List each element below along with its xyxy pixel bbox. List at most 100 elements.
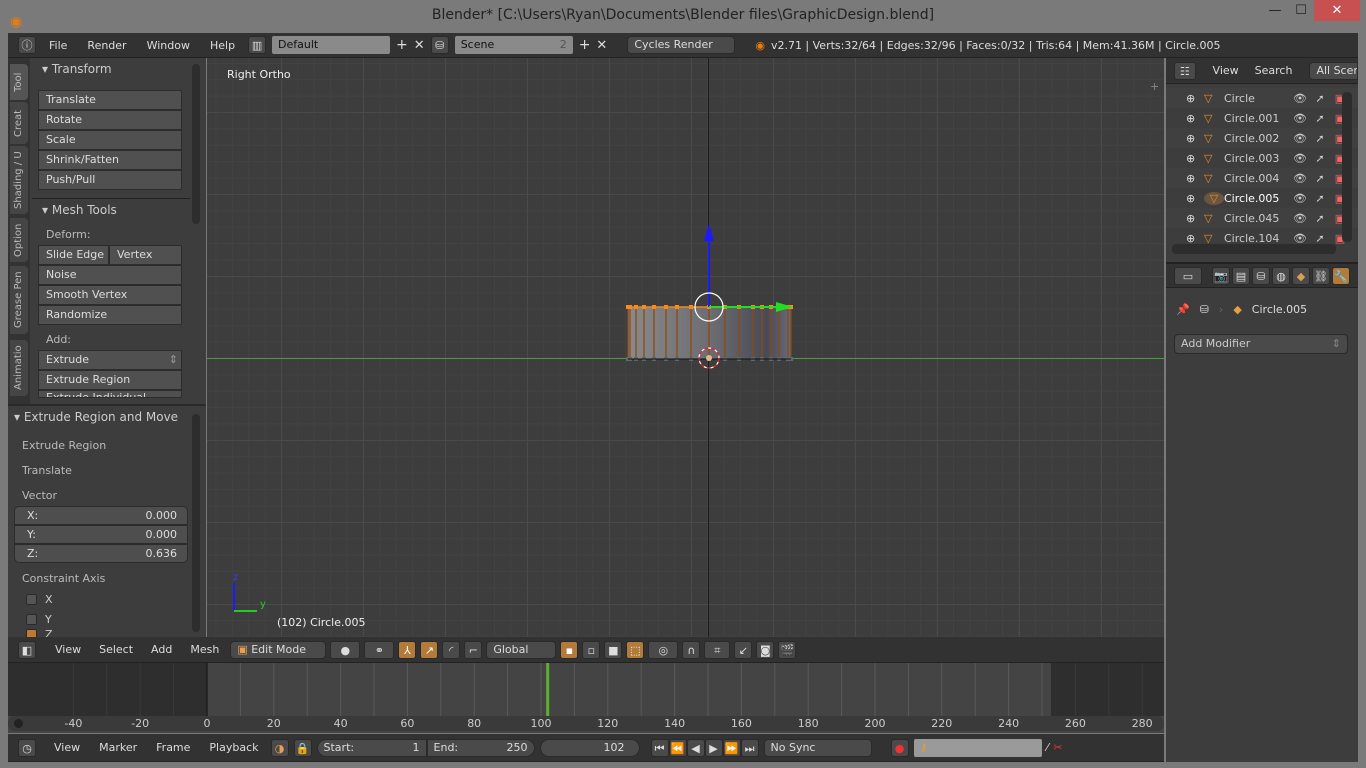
screen-layout-icon[interactable]: ▥: [248, 36, 267, 54]
selectable-cursor-icon[interactable]: ➚: [1310, 212, 1330, 225]
visibility-eye-icon[interactable]: 👁: [1290, 232, 1310, 245]
expand-icon[interactable]: ⊕: [1186, 192, 1204, 205]
jump-start-icon[interactable]: ⏮: [650, 738, 669, 757]
menu-select[interactable]: Select: [92, 643, 140, 656]
visibility-eye-icon[interactable]: 👁: [1290, 152, 1310, 165]
object-name[interactable]: Circle.045: [1224, 212, 1290, 225]
rotate-button[interactable]: Rotate: [38, 110, 182, 130]
constraint-y-checkbox[interactable]: Y: [14, 609, 188, 629]
editor-type-icon[interactable]: ◷: [18, 738, 36, 757]
viewport-shading-icon[interactable]: ●: [330, 640, 361, 659]
expand-icon[interactable]: ⊕: [1186, 92, 1204, 105]
manipulator-toggle-icon[interactable]: ⅄: [398, 640, 417, 659]
outliner-hscrollbar[interactable]: [1172, 244, 1336, 254]
tab-create[interactable]: Creat: [10, 102, 28, 144]
menu-view[interactable]: View: [1206, 64, 1246, 77]
editor-type-icon[interactable]: ☷: [1174, 61, 1196, 80]
tab-tool[interactable]: Tool: [10, 64, 28, 100]
menu-file[interactable]: File: [42, 39, 74, 52]
visibility-eye-icon[interactable]: 👁: [1290, 192, 1310, 205]
outliner-vscrollbar[interactable]: [1342, 92, 1352, 242]
add-scene-icon[interactable]: +: [579, 37, 591, 53]
shrink-fatten-button[interactable]: Shrink/Fatten: [38, 150, 182, 170]
tab-shading-uv[interactable]: Shading / U: [10, 146, 28, 214]
selectable-cursor-icon[interactable]: ➚: [1310, 92, 1330, 105]
extrude-region-button[interactable]: Extrude Region: [38, 370, 182, 390]
editor-type-icon[interactable]: ◧: [18, 640, 36, 659]
object-name[interactable]: Circle.005: [1224, 192, 1290, 205]
transform-orientation-select[interactable]: Global: [486, 640, 557, 659]
scene-icon[interactable]: ⛁: [430, 36, 449, 54]
face-select-icon[interactable]: ■: [604, 640, 623, 659]
menu-search[interactable]: Search: [1248, 64, 1300, 77]
vector-x-field[interactable]: X: 0.000: [14, 506, 188, 525]
3d-viewport[interactable]: Right Ortho + z y (102) Circle.005: [207, 58, 1164, 637]
tool-shelf-scrollbar[interactable]: [192, 64, 200, 224]
scene-tab-icon[interactable]: ⛁: [1252, 266, 1270, 285]
selectable-cursor-icon[interactable]: ➚: [1310, 132, 1330, 145]
visibility-eye-icon[interactable]: 👁: [1290, 212, 1310, 225]
tab-options[interactable]: Option: [10, 218, 28, 262]
mode-select[interactable]: ▣ Edit Mode: [230, 640, 327, 659]
edge-select-icon[interactable]: ▫: [582, 640, 601, 659]
push-pull-button[interactable]: Push/Pull: [38, 170, 182, 190]
add-modifier-select[interactable]: Add Modifier ⇕: [1174, 334, 1348, 354]
menu-render[interactable]: Render: [80, 39, 133, 52]
visibility-eye-icon[interactable]: 👁: [1290, 132, 1310, 145]
info-editor-icon[interactable]: ⓘ: [18, 36, 36, 54]
expand-icon[interactable]: ⊕: [1186, 172, 1204, 185]
object-name[interactable]: Circle.001: [1224, 112, 1290, 125]
object-name[interactable]: Circle.004: [1224, 172, 1290, 185]
expand-icon[interactable]: ⊕: [1186, 152, 1204, 165]
tab-grease-pencil[interactable]: Grease Pen: [10, 266, 28, 334]
play-reverse-icon[interactable]: ◀: [686, 738, 705, 757]
render-animation-icon[interactable]: 🎬: [778, 640, 797, 659]
menu-help[interactable]: Help: [203, 39, 242, 52]
extrude-individual-button[interactable]: Extrude Individual: [38, 390, 182, 398]
minimize-button[interactable]: —: [1262, 0, 1288, 21]
extrude-select[interactable]: Extrude ⇕: [38, 350, 182, 370]
operator-scrollbar[interactable]: [192, 414, 200, 632]
scroll-handle-icon[interactable]: [14, 719, 23, 728]
vector-z-field[interactable]: Z: 0.636: [14, 544, 188, 563]
close-button[interactable]: ✕: [1314, 0, 1360, 21]
end-frame-field[interactable]: End: 250: [426, 738, 535, 757]
object-name[interactable]: Circle.002: [1224, 132, 1290, 145]
world-tab-icon[interactable]: ◍: [1272, 266, 1290, 285]
selectable-cursor-icon[interactable]: ➚: [1310, 232, 1330, 245]
editor-type-icon[interactable]: ▭: [1174, 266, 1202, 285]
constraint-x-checkbox[interactable]: X: [14, 589, 188, 609]
render-layers-tab-icon[interactable]: ▤: [1232, 266, 1250, 285]
selectable-cursor-icon[interactable]: ➚: [1310, 192, 1330, 205]
vertex-select-icon[interactable]: ▪: [560, 640, 579, 659]
snap-toggle-icon[interactable]: ∩: [682, 640, 701, 659]
play-icon[interactable]: ▶: [704, 738, 723, 757]
gizmo-z-arrow-icon[interactable]: [704, 224, 714, 241]
add-layout-icon[interactable]: +: [396, 37, 408, 53]
limit-selection-icon[interactable]: ⬚: [626, 640, 645, 659]
expand-icon[interactable]: ⊕: [1186, 212, 1204, 225]
scene-field[interactable]: Scene: [461, 36, 495, 54]
operator-panel-header[interactable]: ▾ Extrude Region and Move: [8, 406, 206, 428]
modifiers-tab-icon[interactable]: 🔧: [1332, 266, 1350, 285]
noise-button[interactable]: Noise: [38, 265, 182, 285]
pivot-point-icon[interactable]: ⚭: [364, 640, 395, 659]
preview-range-icon[interactable]: ◑: [270, 738, 289, 757]
menu-view[interactable]: View: [48, 643, 88, 656]
outliner-item[interactable]: ⊕ ▽ Circle 👁 ➚ ▣: [1166, 88, 1358, 108]
snap-element-icon[interactable]: ⌗: [704, 640, 731, 659]
object-name[interactable]: Circle.104: [1224, 232, 1290, 245]
rotate-manipulator-icon[interactable]: ◜: [442, 640, 461, 659]
selectable-cursor-icon[interactable]: ➚: [1310, 172, 1330, 185]
object-name[interactable]: Circle.003: [1224, 152, 1290, 165]
scale-manipulator-icon[interactable]: ⌐: [464, 640, 483, 659]
render-tab-icon[interactable]: 📷: [1212, 266, 1230, 285]
snap-target-icon[interactable]: ↙: [734, 640, 753, 659]
mesh-tools-panel-header[interactable]: ▾ Mesh Tools: [32, 199, 182, 221]
current-frame-indicator[interactable]: [546, 663, 550, 716]
timeline-ruler[interactable]: -40 -20 0 20 40 60 80 100 120 140 160 180 200 220 240 2…: [8, 716, 1164, 731]
jump-end-icon[interactable]: ⏭: [740, 738, 759, 757]
visibility-eye-icon[interactable]: 👁: [1290, 172, 1310, 185]
jump-keyframe-back-icon[interactable]: ⏪: [668, 738, 687, 757]
maximize-button[interactable]: ☐: [1288, 0, 1314, 21]
